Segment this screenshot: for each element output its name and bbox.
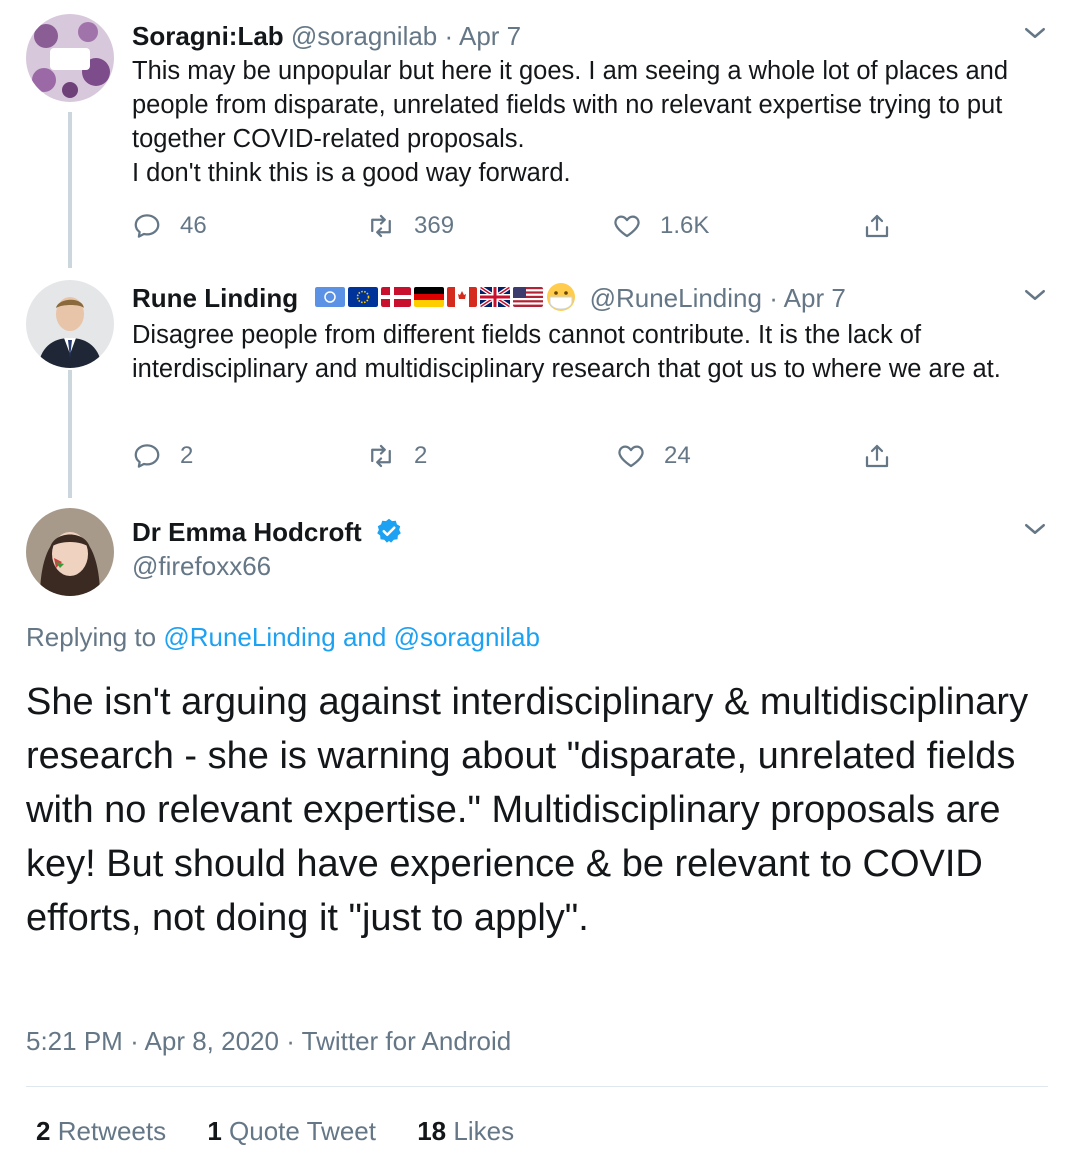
- replying-to-user-link[interactable]: @RuneLinding: [163, 622, 335, 652]
- retweets-label: Retweets: [57, 1116, 167, 1146]
- likes-stat[interactable]: 18 Likes: [417, 1116, 514, 1146]
- replying-to-prefix: Replying to: [26, 622, 157, 652]
- canada-flag-icon: [447, 287, 478, 308]
- share-icon: [865, 444, 889, 468]
- main-tweet-text: She isn't arguing against interdisciplin…: [26, 681, 1029, 939]
- tweet-source[interactable]: Twitter for Android: [302, 1026, 512, 1056]
- chevron-down-icon[interactable]: [1020, 18, 1050, 48]
- author-name[interactable]: Rune Linding: [132, 283, 298, 313]
- author-handle[interactable]: @firefoxx66: [132, 550, 271, 582]
- quote-tweets-stat[interactable]: 1 Quote Tweet: [207, 1116, 376, 1146]
- denmark-flag-icon: [381, 287, 412, 308]
- tweet-timestamp: 5:21 PM · Apr 8, 2020 · Twitter for Andr…: [26, 1026, 511, 1057]
- thread-line: [68, 370, 72, 498]
- like-button[interactable]: 24: [616, 436, 691, 476]
- tweet-date[interactable]: Apr 7: [784, 283, 846, 313]
- likes-count: 18: [417, 1116, 447, 1146]
- reply-button[interactable]: 2: [132, 436, 193, 476]
- tweet-header: Rune Linding @RuneLinding · Apr 7: [132, 282, 846, 315]
- author-name[interactable]: Dr Emma Hodcroft: [132, 517, 362, 547]
- avatar[interactable]: [26, 280, 114, 368]
- retweets-stat[interactable]: 2 Retweets: [36, 1116, 166, 1146]
- divider: [26, 1086, 1048, 1087]
- retweet-icon: [371, 214, 391, 238]
- tweet-header: Soragni:Lab @soragnilab · Apr 7: [132, 20, 521, 52]
- tweet-text: This may be unpopular but here it goes. …: [132, 57, 1009, 187]
- date-separator: ·: [444, 21, 454, 51]
- verified-badge-icon: [377, 518, 401, 543]
- name-emoji-flags: [315, 282, 576, 312]
- replying-to: Replying to @RuneLinding and @soragnilab: [26, 622, 540, 653]
- author-name[interactable]: Soragni:Lab: [132, 21, 284, 51]
- tweet-header: Dr Emma Hodcroft: [132, 516, 403, 548]
- share-button[interactable]: [862, 206, 910, 246]
- engagement-stats: 2 Retweets 1 Quote Tweet 18 Likes: [36, 1116, 548, 1147]
- quote-tweets-count: 1: [207, 1116, 222, 1146]
- retweet-count: 369: [414, 212, 455, 239]
- quote-tweets-label: Quote Tweet: [229, 1116, 376, 1146]
- reply-count: 46: [180, 212, 207, 239]
- thread-line: [68, 112, 72, 262]
- retweets-count: 2: [36, 1116, 51, 1146]
- tweet-date[interactable]: Apr 8, 2020: [145, 1026, 279, 1056]
- tweet-date[interactable]: Apr 7: [459, 21, 521, 51]
- author-handle[interactable]: @RuneLinding: [590, 283, 762, 313]
- un-flag-icon: [315, 287, 346, 308]
- chevron-down-icon[interactable]: [1020, 514, 1050, 544]
- tweet-actions: 2 2 24: [132, 436, 912, 476]
- timestamp-separator: ·: [130, 1026, 139, 1056]
- avatar[interactable]: [26, 508, 114, 596]
- retweet-icon: [371, 444, 391, 468]
- thread-line: [68, 258, 72, 268]
- like-count: 1.6K: [660, 212, 710, 239]
- eu-flag-icon: [348, 287, 379, 308]
- uk-flag-icon: [480, 287, 511, 308]
- likes-label: Likes: [453, 1116, 515, 1146]
- author-handle[interactable]: @soragnilab: [291, 21, 437, 51]
- replying-to-user-link[interactable]: @soragnilab: [394, 622, 540, 652]
- reply-count: 2: [180, 442, 194, 469]
- tweet-time[interactable]: 5:21 PM: [26, 1026, 123, 1056]
- heart-icon: [614, 215, 640, 238]
- like-count: 24: [664, 442, 691, 469]
- usa-flag-icon: [513, 287, 544, 308]
- reply-button[interactable]: 46: [132, 206, 207, 246]
- heart-icon: [618, 445, 644, 468]
- timestamp-separator: ·: [286, 1026, 295, 1056]
- date-separator: ·: [769, 283, 778, 313]
- replying-to-and[interactable]: and: [343, 622, 386, 652]
- reply-icon: [134, 214, 160, 238]
- share-icon: [865, 214, 889, 238]
- tweet-text: Disagree people from different fields ca…: [132, 321, 1001, 383]
- face-mask-emoji-icon: [547, 283, 576, 312]
- retweet-count: 2: [414, 442, 428, 469]
- tweet-soragnilab[interactable]: Soragni:Lab @soragnilab · Apr 7 This may…: [0, 0, 1072, 262]
- share-button[interactable]: [862, 436, 910, 476]
- chevron-down-icon[interactable]: [1020, 280, 1050, 310]
- germany-flag-icon: [414, 287, 445, 308]
- tweet-runelinding[interactable]: Rune Linding @RuneLinding · Apr 7 Disagr…: [0, 258, 1072, 498]
- tweet-actions: 46 369 1.6K: [132, 206, 912, 246]
- main-tweet: Dr Emma Hodcroft @firefoxx66 Replying to…: [0, 500, 1072, 1170]
- retweet-button[interactable]: 2: [366, 436, 427, 476]
- avatar[interactable]: [26, 14, 114, 102]
- reply-icon: [134, 444, 160, 468]
- retweet-button[interactable]: 369: [366, 206, 454, 246]
- like-button[interactable]: 1.6K: [612, 206, 709, 246]
